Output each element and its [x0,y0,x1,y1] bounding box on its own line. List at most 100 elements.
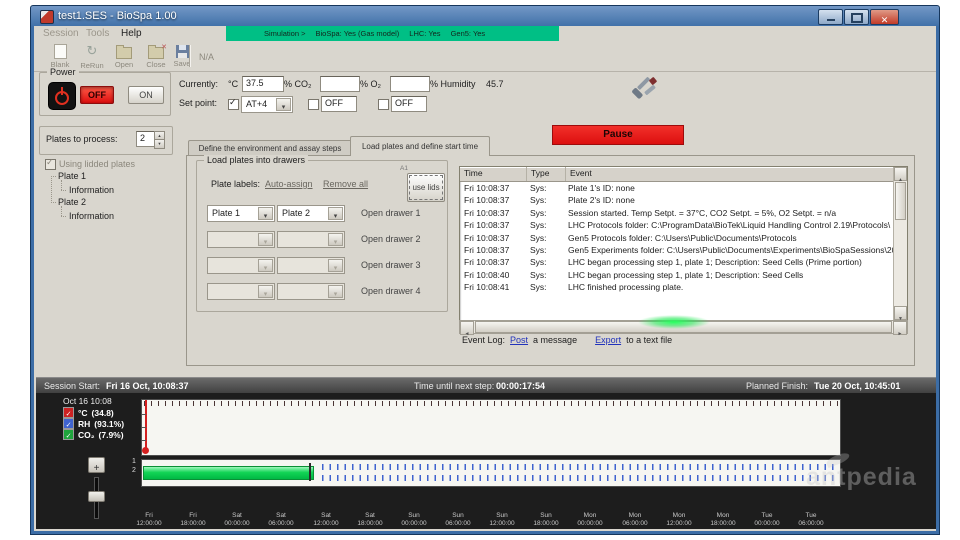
save-button[interactable]: Save [167,42,197,70]
x-axis-tick: Mon06:00:00 [613,512,657,528]
watermark-text: antpedia [806,463,917,492]
window-controls [817,9,899,25]
post-message-link[interactable]: Post [510,335,528,345]
lhc-status: LHC: Yes [409,29,440,38]
log-row: Fri 10:08:37Sys:LHC began processing ste… [460,256,907,268]
temp-setpoint-combo[interactable]: AT+4 [241,96,293,113]
o2-current-field[interactable] [390,76,430,92]
co2-setpoint-field[interactable]: OFF [321,96,357,112]
drawer1-plate-a-combo[interactable]: Plate 1 [207,205,275,222]
tree-node-plate-2[interactable]: Plate 2 [58,197,86,207]
window-title: test1.SES - BioSpa 1.00 [58,10,177,22]
maximize-button[interactable] [844,9,869,25]
scroll-up-arrow[interactable] [894,167,907,181]
y-axis-tick [142,427,146,428]
plate-corner-label: A1 [400,165,408,172]
app-window: test1.SES - BioSpa 1.00 Session Tools He… [30,5,940,535]
tab-define-environment[interactable]: Define the environment and assay steps [188,140,352,156]
open-drawer-4-button[interactable]: Open drawer 4 [361,286,421,296]
event-log-vertical-scrollbar[interactable] [893,167,907,320]
environment-trend-chart [141,399,841,456]
drawer2-plate-b-combo [277,231,345,248]
rerun-button[interactable]: ReRun [77,42,107,70]
zoom-in-button[interactable] [88,457,105,473]
scroll-right-arrow[interactable] [893,321,907,335]
chevron-down-icon[interactable] [276,98,291,111]
x-axis-tick: Fri12:00:00 [127,512,171,528]
temp-setpoint-checkbox[interactable] [228,99,239,110]
x-axis-tick: Sat12:00:00 [304,512,348,528]
event-log-footer-label: Event Log: [462,335,505,345]
log-row: Fri 10:08:37Sys:Plate 2's ID: none [460,194,907,206]
event-tick-marks [144,401,838,406]
minimize-button[interactable] [818,9,843,25]
o2-setpoint-checkbox[interactable] [378,99,389,110]
temp-current-field[interactable]: 37.5 [242,76,284,92]
simulation-label: Simulation > [264,29,305,38]
close-button[interactable] [870,9,899,25]
scrollbar-thumb[interactable] [895,182,906,220]
main-tab-control: Define the environment and assay steps L… [186,133,914,364]
drawer1-plate-b-combo[interactable]: Plate 2 [277,205,345,222]
o2-setpoint-field[interactable]: OFF [391,96,427,112]
co2-setpoint-checkbox[interactable] [308,99,319,110]
column-header-type[interactable]: Type [527,167,566,181]
plate2-read-ticks [322,475,836,481]
completed-progress-bar [143,466,314,480]
zoom-slider-thumb[interactable] [88,491,105,502]
cursor-timestamp: Oct 16 10:08 [63,396,112,406]
chevron-down-icon [258,259,273,272]
auto-assign-link[interactable]: Auto-assign [265,179,313,189]
event-log-list: Time Type Event Fri 10:08:37Sys:Plate 1'… [459,166,908,321]
open-drawer-2-button[interactable]: Open drawer 2 [361,234,421,244]
maintenance-tools-icon[interactable] [629,74,659,104]
menu-help[interactable]: Help [121,28,142,39]
x-axis-tick: Tue00:00:00 [745,512,789,528]
power-off-button[interactable]: OFF [80,86,114,104]
humidity-checkbox[interactable] [63,418,74,429]
next-step-countdown: 00:00:17:54 [496,381,545,391]
app-icon[interactable] [40,10,54,24]
open-drawer-3-button[interactable]: Open drawer 3 [361,260,421,270]
legend-humidity: RH (93.1%) [63,418,124,429]
column-header-event[interactable]: Event [566,167,907,181]
chevron-down-icon [328,233,343,246]
tree-connector [51,176,56,178]
power-on-button[interactable]: ON [128,86,164,104]
tree-node-plate-1-information[interactable]: Information [69,185,114,195]
power-groupbox: Power OFF ON [39,72,171,116]
spinner-down-arrow[interactable]: ▼ [154,139,165,149]
currently-label: Currently: [179,79,218,89]
open-button[interactable]: Open [109,42,139,70]
scroll-left-arrow[interactable] [460,321,474,335]
drawer2-plate-a-combo [207,231,275,248]
chevron-down-icon[interactable] [258,207,273,220]
session-start-label: Session Start: [44,381,100,391]
co2-checkbox[interactable] [63,429,74,440]
x-axis-tick: Tue06:00:00 [789,512,833,528]
export-log-link[interactable]: Export [595,335,621,345]
open-drawer-1-button[interactable]: Open drawer 1 [361,208,421,218]
chevron-down-icon[interactable] [328,207,343,220]
toolbar-separator [189,45,190,67]
column-header-time[interactable]: Time [460,167,527,181]
lidded-plates-checkbox [45,159,56,170]
tab-load-plates[interactable]: Load plates and define start time [350,136,490,156]
drawer3-plate-a-combo [207,257,275,274]
x-axis-tick: Sat18:00:00 [348,512,392,528]
tree-node-plate-2-information[interactable]: Information [69,211,114,221]
co2-current-field[interactable] [320,76,360,92]
pause-button[interactable]: Pause [552,125,684,145]
plates-to-process-box: Plates to process: 2 ▲ ▼ [39,126,173,155]
tree-node-plate-1[interactable]: Plate 1 [58,171,86,181]
use-lids-button[interactable]: use lids [407,173,445,202]
close-folder-icon [148,47,164,59]
remove-all-link[interactable]: Remove all [323,179,368,189]
log-row: Fri 10:08:37Sys:Plate 1's ID: none [460,182,907,194]
temperature-checkbox[interactable] [63,407,74,418]
scroll-down-arrow[interactable] [894,306,907,320]
y-axis-tick [142,440,146,441]
timeline-panel: Oct 16 10:08 °C (34.8) RH (93.1%) CO₂ (7… [36,393,936,529]
power-icon-button[interactable] [48,82,76,110]
blank-button[interactable]: Blank [45,42,75,70]
